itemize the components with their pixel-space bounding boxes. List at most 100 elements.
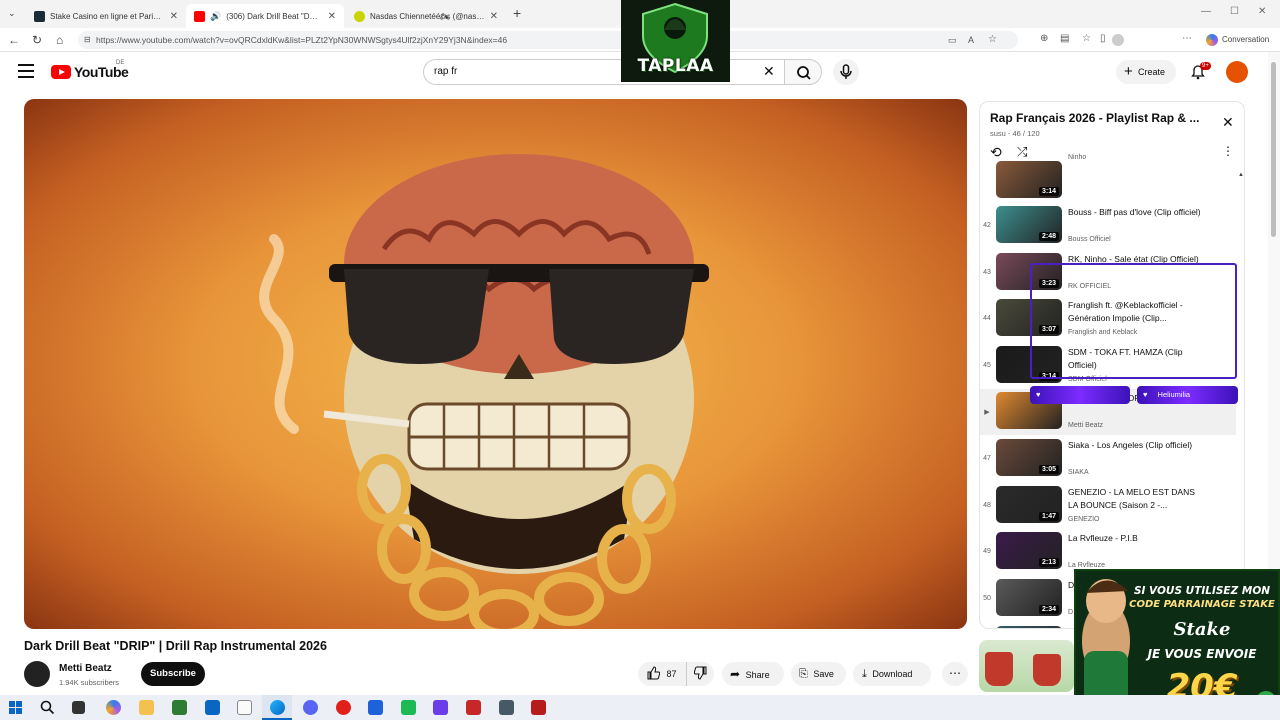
url-field[interactable]: ⊟ https://www.youtube.com/watch?v=ovQRCd…: [78, 31, 1018, 49]
task-view-icon[interactable]: [72, 701, 85, 714]
profile-icon[interactable]: [1112, 34, 1124, 46]
like-count: 87: [666, 669, 677, 679]
playlist-item-title[interactable]: La Rvfleuze - P.I.B: [1068, 532, 1203, 545]
playlist-item-title[interactable]: Siaka - Los Angeles (Clip officiel): [1068, 439, 1203, 452]
media-app-icon[interactable]: [466, 700, 481, 715]
dislike-button[interactable]: [686, 662, 714, 686]
edge-icon[interactable]: [270, 700, 285, 715]
playlist-item-title[interactable]: GENEZIO - LA MELO EST DANS LA BOUNCE (Sa…: [1068, 486, 1203, 512]
playlist-item[interactable]: 3:14 Ninho: [980, 154, 1236, 204]
new-tab-button[interactable]: +: [513, 5, 521, 21]
favorite-star-icon[interactable]: ☆: [988, 31, 997, 49]
windows-start-icon[interactable]: [9, 701, 22, 714]
duration-badge: 2:34: [1038, 605, 1059, 614]
channel-name[interactable]: Metti Beatz: [59, 663, 112, 674]
tab-close-icon[interactable]: ✕: [170, 11, 178, 22]
site-info-icon[interactable]: ⊟: [84, 31, 91, 49]
playlist-title[interactable]: Rap Français 2026 - Playlist Rap & ...: [990, 111, 1205, 125]
playlist-more-icon[interactable]: ⋮: [1222, 144, 1234, 158]
playlist-item-index: 48: [983, 502, 991, 509]
channel-avatar[interactable]: [24, 661, 50, 687]
menu-icon[interactable]: [18, 64, 34, 78]
playlist-item[interactable]: 47 3:05 Siaka - Los Angeles (Clip officiel…: [980, 436, 1236, 482]
heart-icon: ♥: [1143, 390, 1148, 399]
heart-icon: ♥: [1036, 390, 1041, 399]
store-icon[interactable]: [172, 700, 187, 715]
share-button[interactable]: ➦ Share: [722, 662, 784, 686]
extensions-icon[interactable]: ⊕: [1040, 33, 1048, 44]
playlist-thumbnail[interactable]: 3:14: [996, 161, 1062, 198]
clear-search-icon[interactable]: ✕: [763, 63, 775, 80]
maximize-icon[interactable]: ☐: [1230, 6, 1239, 17]
like-button[interactable]: 87: [638, 662, 686, 686]
browser-tab-nasdas[interactable]: Nasdas Chiennetéé🏍 (@naslchien ✕: [346, 4, 506, 28]
tab-list-icon[interactable]: ⌄: [8, 8, 16, 19]
more-actions-button[interactable]: ⋯: [942, 662, 968, 686]
page-scrollbar-thumb[interactable]: [1271, 62, 1276, 237]
cactus-pot-art: [1033, 654, 1061, 686]
playlist-scrollbar[interactable]: ▲: [1238, 172, 1244, 628]
back-icon[interactable]: ←: [8, 33, 20, 47]
speaker-icon[interactable]: 🔊: [210, 11, 221, 22]
windows-taskbar: [0, 695, 1280, 720]
account-avatar[interactable]: [1226, 61, 1248, 83]
save-button[interactable]: ⎘ Save: [791, 662, 846, 686]
download-button[interactable]: ⤓ Download: [853, 662, 931, 686]
mail-icon[interactable]: [205, 700, 220, 715]
playlist-item[interactable]: 42 2:48 Bouss - Biff pas d'love (Clip offi…: [980, 203, 1236, 249]
opera-icon[interactable]: [336, 700, 351, 715]
spotify-icon[interactable]: [401, 700, 416, 715]
notepad-icon[interactable]: [237, 700, 252, 715]
youtube-wordmark: YouTube: [74, 64, 129, 80]
minimize-icon[interactable]: —: [1201, 6, 1211, 17]
settings-more-icon[interactable]: ⋯: [1182, 33, 1192, 44]
playlist-item-channel: Metti Beatz: [1068, 422, 1104, 429]
playlist-close-icon[interactable]: ✕: [1222, 114, 1234, 131]
playlist-item-index: 49: [983, 548, 991, 555]
browser-tab-youtube[interactable]: 🔊 (306) Dark Drill Beat "DRIP" | D ✕: [186, 4, 344, 28]
reload-icon[interactable]: ↻: [32, 33, 42, 47]
home-icon[interactable]: ⌂: [56, 33, 63, 47]
playlist-item-channel: Ninho: [1068, 154, 1087, 161]
playlist-thumbnail[interactable]: 2:34: [996, 579, 1062, 616]
download-label: Download: [872, 669, 913, 679]
playlist-item[interactable]: 48 1:47 GENEZIO - LA MELO EST DANS LA BOUN…: [980, 483, 1236, 529]
discord-icon[interactable]: [303, 700, 318, 715]
subscribe-button[interactable]: Subscribe: [141, 662, 205, 686]
ad-banner-thumbnail[interactable]: [979, 640, 1074, 692]
favorites-icon[interactable]: ☆: [1082, 33, 1091, 44]
page-action-icon[interactable]: ▭: [948, 31, 957, 49]
obs-icon[interactable]: [531, 700, 546, 715]
grid-app-icon[interactable]: [433, 700, 448, 715]
collections-icon[interactable]: ▤: [1060, 33, 1069, 44]
playlist-thumbnail[interactable]: 1:47: [996, 486, 1062, 523]
split-screen-icon[interactable]: ▯: [1100, 33, 1106, 44]
playlist-thumbnail[interactable]: [996, 626, 1062, 628]
create-button[interactable]: Create: [1116, 60, 1176, 84]
tab-close-icon[interactable]: ✕: [328, 11, 336, 22]
translate-icon[interactable]: A: [968, 31, 974, 49]
hearts-bar-right: ♥ Heliumilia: [1137, 386, 1238, 404]
copilot-taskbar-icon[interactable]: [106, 700, 121, 715]
playlist-thumbnail[interactable]: 3:05: [996, 439, 1062, 476]
youtube-logo[interactable]: YouTube DE: [51, 60, 129, 80]
steam-icon[interactable]: [499, 700, 514, 715]
conversation-label[interactable]: Conversation: [1222, 35, 1269, 44]
playlist-thumbnail[interactable]: 2:48: [996, 206, 1062, 243]
window-close-icon[interactable]: ✕: [1258, 6, 1266, 17]
playlist-item-title[interactable]: Bouss - Biff pas d'love (Clip officiel): [1068, 206, 1203, 219]
voice-search-button[interactable]: [833, 59, 859, 85]
copilot-icon[interactable]: [1206, 34, 1218, 46]
playlist-thumbnail[interactable]: 2:13: [996, 532, 1062, 569]
taskbar-search-icon[interactable]: [40, 700, 55, 715]
playlist-item-index: 47: [983, 455, 991, 462]
search-button[interactable]: [784, 59, 822, 85]
scroll-up-arrow-icon[interactable]: ▲: [1238, 172, 1244, 178]
browser-tab-stake[interactable]: Stake Casino en ligne et Paris Spor ✕: [26, 4, 186, 28]
app-icon[interactable]: [368, 700, 383, 715]
file-explorer-icon[interactable]: [139, 700, 154, 715]
search-icon: [797, 66, 811, 80]
video-player[interactable]: [24, 99, 967, 629]
playlist-item-channel: SIAKA: [1068, 469, 1089, 476]
tab-close-icon[interactable]: ✕: [490, 11, 498, 22]
